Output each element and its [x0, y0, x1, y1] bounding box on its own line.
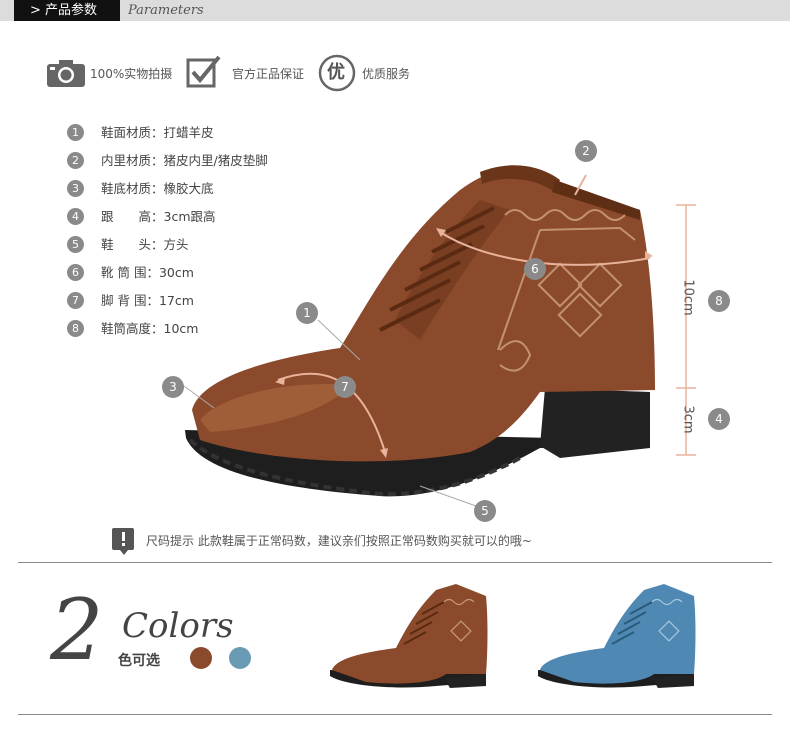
colors-count-number: 2 — [50, 581, 104, 679]
exclamation-icon — [112, 528, 134, 555]
boot-marker-6: 6 — [524, 258, 546, 280]
colors-title: Colors — [122, 606, 234, 646]
section-divider-bottom — [18, 714, 772, 715]
boot-thumbnail-blue[interactable] — [534, 578, 704, 693]
boot-marker-7: 7 — [334, 376, 356, 398]
boot-marker-3: 3 — [162, 376, 184, 398]
colors-cn-label: 色可选 — [118, 653, 160, 669]
shaft-height-label: 10cm — [680, 279, 696, 316]
section-divider — [18, 562, 772, 563]
boot-illustration-brown — [183, 165, 696, 507]
size-tip-text: 尺码提示 此款鞋属于正常码数，建议亲们按照正常码数购买就可以的哦~ — [146, 534, 532, 548]
color-swatch-brown[interactable] — [190, 647, 212, 669]
color-swatch-blue[interactable] — [229, 647, 251, 669]
boot-thumbnail-brown[interactable] — [326, 578, 496, 693]
heel-height-label: 3cm — [680, 405, 696, 434]
boot-marker-4: 4 — [708, 408, 730, 430]
boot-marker-2: 2 — [575, 140, 597, 162]
boot-marker-8: 8 — [708, 290, 730, 312]
boot-marker-5: 5 — [474, 500, 496, 522]
boot-marker-1: 1 — [296, 302, 318, 324]
